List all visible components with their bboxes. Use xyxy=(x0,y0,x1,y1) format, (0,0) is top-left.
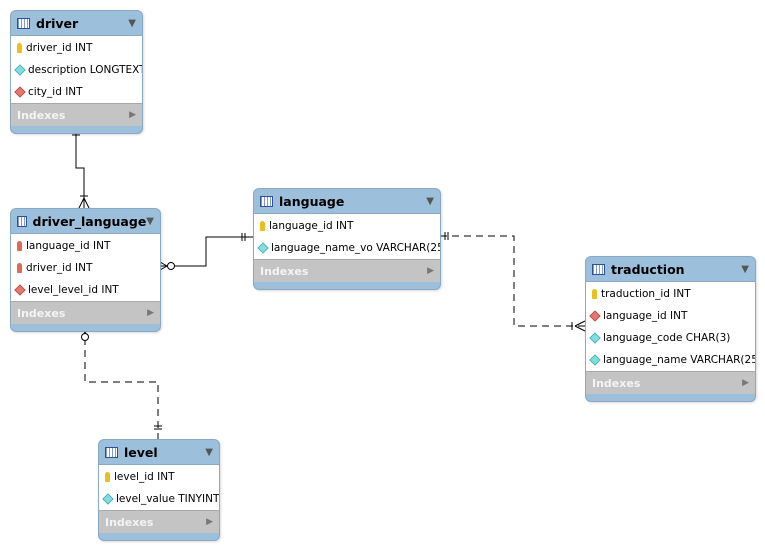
expand-arrow-icon[interactable]: ▶ xyxy=(147,308,154,318)
table-driver[interactable]: driver ▼ driver_id INT description LONGTEXT… xyxy=(10,10,143,134)
indexes-section[interactable]: Indexes ▶ xyxy=(11,301,160,324)
expand-arrow-icon[interactable]: ▶ xyxy=(129,110,136,120)
column-diamond-icon xyxy=(589,332,601,344)
column-list: driver_id INT description LONGTEXT city_id… xyxy=(11,35,142,103)
table-header[interactable]: driver ▼ xyxy=(11,11,142,35)
primary-key-icon xyxy=(105,472,110,482)
collapse-arrow-icon[interactable]: ▼ xyxy=(128,18,136,29)
column-label: language_id INT xyxy=(269,220,354,232)
column-label: language_name VARCHAR(25) xyxy=(603,354,756,366)
indexes-section[interactable]: Indexes ▶ xyxy=(11,103,142,126)
column-label: level_value TINYINT xyxy=(116,493,220,505)
indexes-label: Indexes xyxy=(17,306,66,320)
table-icon xyxy=(17,17,30,29)
primary-key-icon xyxy=(17,43,22,53)
column-label: language_code CHAR(3) xyxy=(603,332,731,344)
relationship-driver-language-level xyxy=(84,326,159,439)
table-traduction[interactable]: traduction ▼ traduction_id INT language_id … xyxy=(585,256,756,402)
column-row[interactable]: language_name VARCHAR(25) xyxy=(586,349,755,371)
column-diamond-icon xyxy=(257,242,269,254)
column-list: traduction_id INT language_id INT language… xyxy=(586,281,755,371)
table-icon xyxy=(260,195,273,207)
column-label: language_id INT xyxy=(26,240,111,252)
column-row[interactable]: driver_id INT xyxy=(11,257,160,279)
table-name: driver_language xyxy=(32,213,147,229)
table-footer xyxy=(11,126,142,133)
table-header[interactable]: language ▼ xyxy=(254,189,440,213)
table-icon xyxy=(17,215,27,227)
table-icon xyxy=(592,263,605,275)
foreign-key-diamond-icon xyxy=(14,284,26,296)
table-name: driver xyxy=(36,15,79,31)
indexes-label: Indexes xyxy=(592,376,641,390)
indexes-label: Indexes xyxy=(17,108,66,122)
table-language[interactable]: language ▼ language_id INT language_name_vo… xyxy=(253,188,441,290)
column-label: driver_id INT xyxy=(26,262,93,274)
table-footer xyxy=(254,282,440,289)
column-diamond-icon xyxy=(589,354,601,366)
column-row[interactable]: language_id INT xyxy=(11,235,160,257)
column-label: driver_id INT xyxy=(26,42,93,54)
collapse-arrow-icon[interactable]: ▼ xyxy=(426,196,434,207)
column-row[interactable]: traduction_id INT xyxy=(586,283,755,305)
expand-arrow-icon[interactable]: ▶ xyxy=(742,378,749,388)
foreign-key-diamond-icon xyxy=(589,310,601,322)
column-label: language_name_vo VARCHAR(25) xyxy=(271,242,441,254)
table-driver-language[interactable]: driver_language ▼ language_id INT driver_id… xyxy=(10,208,161,332)
indexes-section[interactable]: Indexes ▶ xyxy=(586,371,755,394)
expand-arrow-icon[interactable]: ▶ xyxy=(427,266,434,276)
primary-key-icon xyxy=(260,221,265,231)
expand-arrow-icon[interactable]: ▶ xyxy=(206,517,213,527)
column-row[interactable]: level_id INT xyxy=(99,466,219,488)
table-header[interactable]: level ▼ xyxy=(99,440,219,464)
column-row[interactable]: city_id INT xyxy=(11,81,142,103)
column-row[interactable]: description LONGTEXT xyxy=(11,59,142,81)
column-row[interactable]: language_id INT xyxy=(586,305,755,327)
indexes-label: Indexes xyxy=(105,515,154,529)
indexes-label: Indexes xyxy=(260,264,309,278)
column-row[interactable]: driver_id INT xyxy=(11,37,142,59)
table-header[interactable]: traduction ▼ xyxy=(586,257,755,281)
indexes-section[interactable]: Indexes ▶ xyxy=(254,259,440,282)
column-diamond-icon xyxy=(102,493,114,505)
column-label: traduction_id INT xyxy=(601,288,691,300)
column-label: description LONGTEXT xyxy=(28,64,143,76)
relationship-driver-language-language xyxy=(160,236,253,267)
relationship-language-traduction xyxy=(440,235,585,327)
primary-key-icon xyxy=(592,289,597,299)
foreign-key-diamond-icon xyxy=(14,86,26,98)
collapse-arrow-icon[interactable]: ▼ xyxy=(146,216,154,227)
column-label: level_id INT xyxy=(114,471,175,483)
foreign-primary-key-icon xyxy=(17,241,22,251)
table-footer xyxy=(586,394,755,401)
column-row[interactable]: level_level_id INT xyxy=(11,279,160,301)
column-list: language_id INT language_name_vo VARCHAR(… xyxy=(254,213,440,259)
table-footer xyxy=(11,324,160,331)
column-row[interactable]: language_id INT xyxy=(254,215,440,237)
column-label: language_id INT xyxy=(603,310,688,322)
table-name: language xyxy=(279,193,345,209)
table-header[interactable]: driver_language ▼ xyxy=(11,209,160,233)
column-label: level_level_id INT xyxy=(28,284,119,296)
column-row[interactable]: language_code CHAR(3) xyxy=(586,327,755,349)
column-list: language_id INT driver_id INT level_level_… xyxy=(11,233,160,301)
column-row[interactable]: language_name_vo VARCHAR(25) xyxy=(254,237,440,259)
collapse-arrow-icon[interactable]: ▼ xyxy=(205,447,213,458)
table-level[interactable]: level ▼ level_id INT level_value TINYINT Ind… xyxy=(98,439,220,541)
collapse-arrow-icon[interactable]: ▼ xyxy=(741,264,749,275)
column-row[interactable]: level_value TINYINT xyxy=(99,488,219,510)
foreign-primary-key-icon xyxy=(17,263,22,273)
column-list: level_id INT level_value TINYINT xyxy=(99,464,219,510)
table-footer xyxy=(99,533,219,540)
table-icon xyxy=(105,446,118,458)
table-name: level xyxy=(124,444,158,460)
column-label: city_id INT xyxy=(28,86,83,98)
column-diamond-icon xyxy=(14,64,26,76)
indexes-section[interactable]: Indexes ▶ xyxy=(99,510,219,533)
table-name: traduction xyxy=(611,261,685,277)
